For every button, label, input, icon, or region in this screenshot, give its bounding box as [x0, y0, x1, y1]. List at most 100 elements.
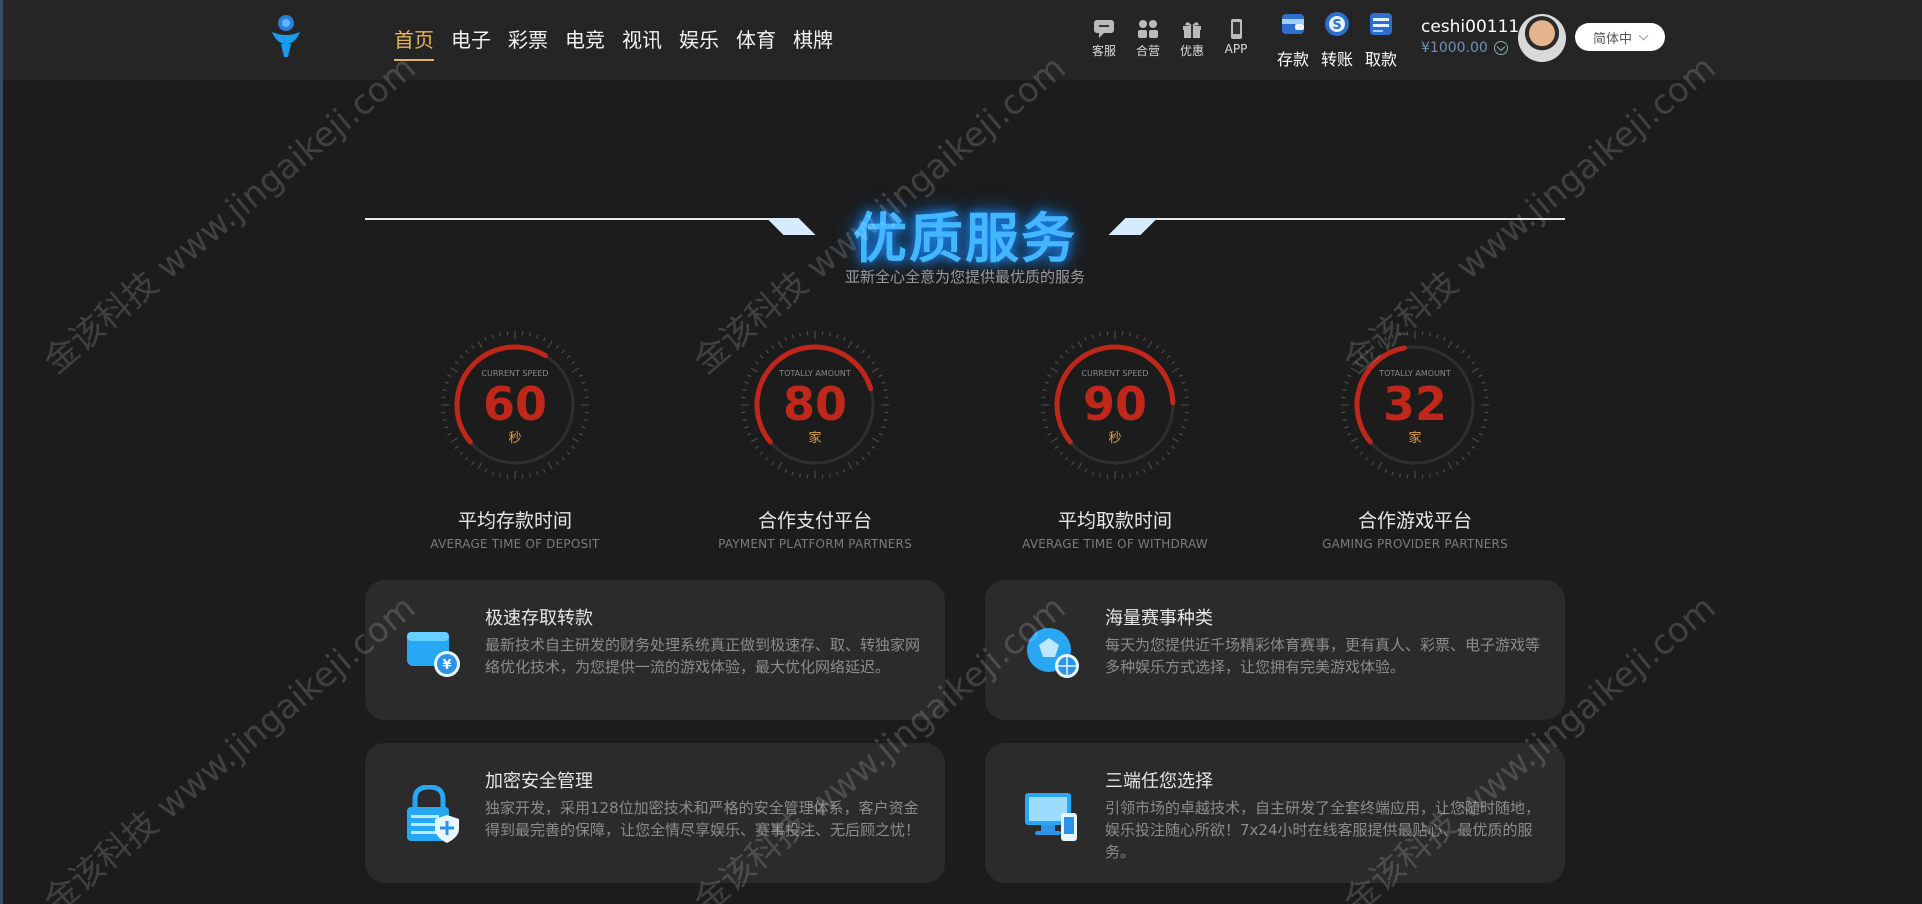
- gauge-tick: [750, 367, 759, 373]
- feature-text: 每天为您提供近千场精彩体育赛事，更有真人、彩票、电子游戏等多种娱乐方式选择，让您…: [1105, 636, 1541, 676]
- gauge-tick: [754, 361, 759, 365]
- chat-icon: [1094, 20, 1114, 38]
- gauge-tick: [861, 349, 865, 354]
- avatar[interactable]: [1518, 14, 1566, 62]
- gauge-tick: [1483, 389, 1488, 392]
- gauge-tick: [759, 451, 764, 455]
- gauge-tick: [1391, 334, 1394, 339]
- gauge-tick: [881, 381, 886, 384]
- gauge-tick: [447, 432, 452, 436]
- nav-lottery[interactable]: 彩票: [508, 24, 548, 61]
- gauge-tick: [459, 355, 464, 359]
- transfer-icon: S: [1325, 12, 1349, 36]
- transfer-label: 转账: [1320, 50, 1353, 69]
- gauge-tick: [1142, 468, 1146, 473]
- gauge-tick: [1483, 418, 1488, 421]
- gauge-tick: [1481, 426, 1486, 429]
- withdraw-label: 取款: [1364, 50, 1397, 69]
- gauge-tick: [1147, 340, 1153, 349]
- gauge-tick: [847, 340, 853, 349]
- gauge-tick: [1166, 451, 1171, 455]
- deposit-icon: [1282, 14, 1304, 34]
- gauge-tick: [571, 437, 580, 443]
- transfer-button[interactable]: S 转账: [1315, 10, 1359, 70]
- gauge-tick: [1466, 451, 1471, 455]
- gauge-tick: [836, 471, 839, 476]
- gauge-dial: CURRENT SPEED60秒: [441, 331, 589, 479]
- gauge-tick: [1071, 344, 1075, 349]
- gauge-tick: [1147, 461, 1153, 470]
- gauge-tick: [1442, 468, 1446, 473]
- gauge-tick: [1455, 344, 1459, 349]
- gauge-tick: [484, 337, 488, 342]
- gauge-label: 合作游戏平台: [1357, 510, 1472, 532]
- gauge-tick: [1183, 389, 1188, 392]
- gauge-tick: [1478, 374, 1483, 378]
- gauge-tick: [1455, 461, 1459, 466]
- gauge-tick: [1181, 426, 1186, 429]
- gauge-tick: [1371, 344, 1375, 349]
- gauge-tick: [871, 367, 880, 373]
- gauge-tick: [477, 461, 483, 470]
- gauge-tick: [536, 334, 539, 339]
- tool-app-label: APP: [1224, 42, 1248, 56]
- gauge-tick: [1481, 381, 1486, 384]
- chevron-down-icon[interactable]: [1493, 41, 1508, 55]
- gauge-withdraw-time: CURRENT SPEED 90 秒 平均取款时间 AVERAGE TIME OF …: [1000, 320, 1230, 551]
- tool-app[interactable]: APP: [1216, 19, 1256, 56]
- language-select[interactable]: 简体中: [1575, 23, 1665, 51]
- gauge-tick: [1384, 468, 1388, 473]
- balance[interactable]: ¥1000.00: [1421, 40, 1508, 56]
- section-title: 优质服务: [853, 207, 1077, 270]
- gauge-tick: [471, 461, 475, 466]
- gauge-tick: [491, 334, 494, 339]
- feature-card-events: 海量赛事种类 每天为您提供近千场精彩体育赛事，更有真人、彩票、电子游戏等多种娱乐…: [985, 580, 1565, 720]
- tool-partners-label: 合营: [1135, 44, 1160, 58]
- gauge-tick: [1342, 389, 1347, 392]
- gauge-tick: [1471, 361, 1476, 365]
- gauge-tick: [871, 361, 876, 365]
- gauge-tick: [1065, 349, 1069, 354]
- nav-sports[interactable]: 体育: [736, 24, 776, 61]
- nav-chess[interactable]: 棋牌: [793, 24, 833, 61]
- nav-esports[interactable]: 电竞: [565, 24, 605, 61]
- gauge-tick: [1428, 473, 1431, 478]
- gauge-tick: [450, 437, 459, 443]
- tool-support[interactable]: 客服: [1084, 19, 1124, 59]
- tool-promo[interactable]: 优惠: [1172, 19, 1212, 59]
- gauge-tick: [1347, 432, 1352, 436]
- gauge-tick: [444, 426, 449, 429]
- brand-logo[interactable]: [269, 14, 303, 58]
- username[interactable]: ceshi00111: [1421, 17, 1519, 37]
- gauge-tick: [465, 456, 469, 461]
- gauge-tick: [1171, 361, 1176, 365]
- gauge-tick: [471, 344, 475, 349]
- gauge-tick: [861, 456, 865, 461]
- gauge-value: 80: [783, 377, 847, 431]
- nav-live[interactable]: 视讯: [622, 24, 662, 61]
- gauge-tick: [1077, 461, 1083, 470]
- tool-partners[interactable]: 合营: [1128, 19, 1168, 59]
- gauge-tick: [784, 468, 788, 473]
- feature-text: 引领市场的卓越技术，自主研发了全套终端应用，让您随时随地，娱乐投注随心所欲！7x…: [1105, 799, 1541, 861]
- withdraw-button[interactable]: 取款: [1359, 10, 1403, 70]
- gauge-tick: [1084, 337, 1088, 342]
- gauge-tick: [1047, 432, 1052, 436]
- deposit-button[interactable]: 存款: [1271, 10, 1315, 70]
- nav-home[interactable]: 首页: [394, 24, 434, 61]
- gauge-tick: [499, 332, 502, 337]
- gauge-tick: [855, 344, 859, 349]
- gauge-tick: [1044, 426, 1049, 429]
- svg-text:S: S: [1332, 18, 1341, 33]
- gauge-tick: [1091, 471, 1094, 476]
- nav-entertainment[interactable]: 娱乐: [679, 24, 719, 61]
- feature-card-fast-transfer: ¥ 极速存取转款 最新技术自主研发的财务处理系统真正做到极速存、取、转独家网络优…: [365, 580, 945, 720]
- nav-slots[interactable]: 电子: [451, 24, 491, 61]
- gauge-tick: [581, 381, 586, 384]
- gauge-game-partners: TOTALLY AMOUNT 32 家 合作游戏平台 GAMING PROVIDER…: [1300, 320, 1530, 551]
- main-nav: 首页 电子 彩票 电竞 视讯 娱乐 体育 棋牌: [394, 24, 850, 61]
- gauge-tick: [1344, 426, 1349, 429]
- gauge-dial: CURRENT SPEED90秒: [1041, 331, 1189, 479]
- gauge-tick: [1171, 437, 1180, 443]
- gauge-tick: [765, 456, 769, 461]
